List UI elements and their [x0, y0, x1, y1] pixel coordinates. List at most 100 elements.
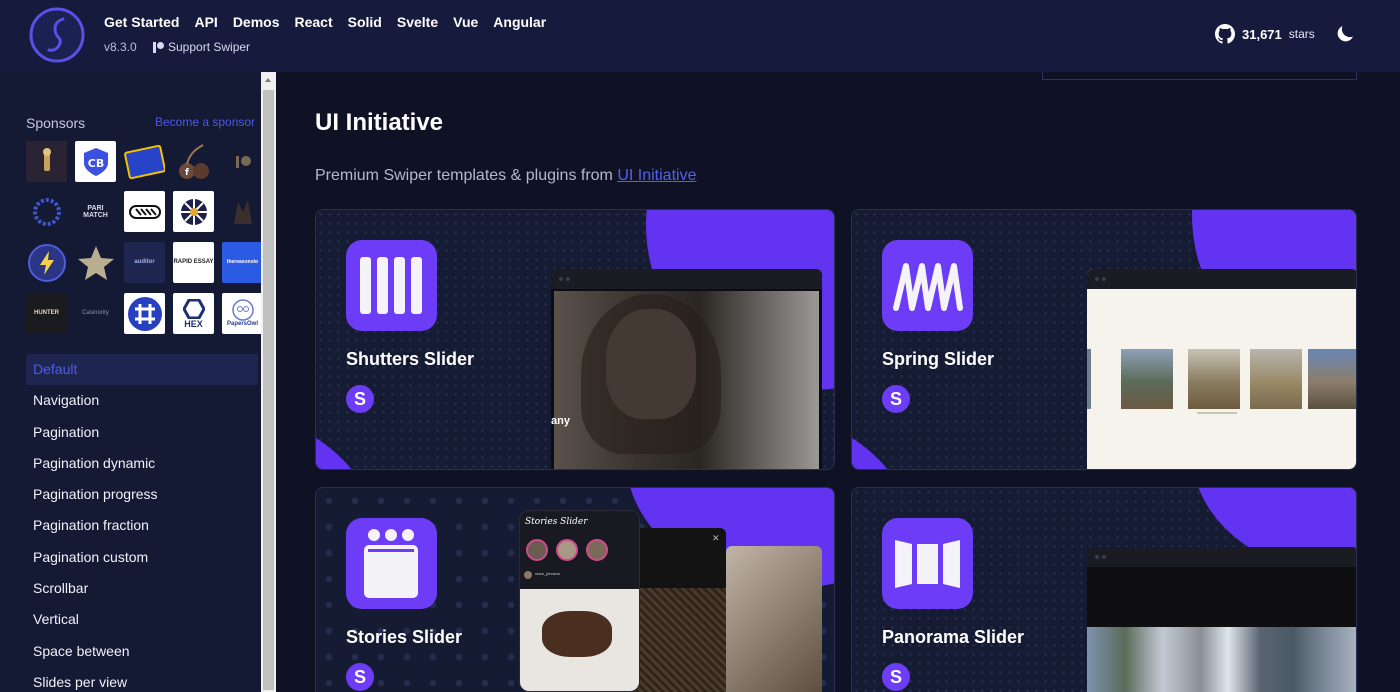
become-sponsor-link[interactable]: Become a sponsor [155, 115, 255, 129]
stories-app-title: Stories Slider [525, 517, 588, 527]
swiper-badge: S [346, 385, 374, 413]
story-steak [542, 611, 612, 657]
story-user-avatar [524, 571, 532, 579]
sponsor-logo[interactable] [222, 191, 263, 232]
card-spring-slider[interactable]: Spring Slider S [851, 209, 1357, 470]
svg-text:f: f [185, 168, 189, 178]
swiper-badge: S [346, 663, 374, 691]
sidebar-item-navigation[interactable]: Navigation [26, 385, 258, 416]
sidebar: Sponsors Become a sponsor CB f PARI MATC… [0, 72, 276, 692]
story-avatar [526, 539, 548, 561]
sponsor-logo-papersowl[interactable]: PapersOwl [222, 293, 263, 334]
sponsor-logo[interactable]: f [173, 141, 214, 182]
swiper-badge: S [882, 663, 910, 691]
preview-food [634, 588, 726, 692]
nav-api[interactable]: API [194, 14, 217, 30]
slider-pagination [1197, 412, 1237, 414]
nav-get-started[interactable]: Get Started [104, 14, 179, 30]
preview-caption: any [551, 415, 570, 427]
sponsor-logo[interactable] [124, 191, 165, 232]
page-title: UI Initiative [315, 109, 444, 136]
sponsors-title: Sponsors [26, 115, 86, 131]
scroll-up-arrow-icon[interactable] [261, 72, 276, 88]
github-stars-label: stars [1288, 27, 1315, 41]
card-stories-slider[interactable]: Stories Slider S ✕ Stories Slider mark_j… [315, 487, 835, 692]
sponsor-logo[interactable] [222, 141, 263, 182]
preview-window [1087, 269, 1356, 469]
sidebar-item-pagination-fraction[interactable]: Pagination fraction [26, 510, 258, 541]
nav-svelte[interactable]: Svelte [397, 14, 438, 30]
preview-window [726, 546, 822, 692]
nav-demos[interactable]: Demos [233, 14, 280, 30]
moon-icon[interactable] [1333, 22, 1357, 46]
patreon-icon [153, 41, 164, 53]
card-title: Shutters Slider [346, 349, 475, 369]
slide-thumb [1121, 349, 1173, 409]
sidebar-item-scrollbar[interactable]: Scrollbar [26, 573, 258, 604]
sidebar-item-vertical[interactable]: Vertical [26, 604, 258, 635]
preview-titlebar [551, 269, 822, 289]
sidebar-item-pagination[interactable]: Pagination [26, 417, 258, 448]
papersowl-label: PapersOwl [226, 321, 258, 327]
sponsor-logo[interactable] [26, 141, 67, 182]
panorama-strip [1087, 627, 1356, 692]
top-header: Get Started API Demos React Solid Svelte… [0, 0, 1400, 72]
sidebar-item-pagination-custom[interactable]: Pagination custom [26, 542, 258, 573]
nav-angular[interactable]: Angular [493, 14, 546, 30]
github-icon [1215, 24, 1235, 44]
sponsor-logo[interactable]: CB [75, 141, 116, 182]
ui-initiative-link[interactable]: UI Initiative [617, 167, 696, 184]
sidebar-item-space-between[interactable]: Space between [26, 636, 258, 667]
github-stars-count: 31,671 [1242, 26, 1282, 42]
stories-phone: Stories Slider mark_johnson [519, 510, 640, 692]
sponsor-logo-rapid-essay[interactable]: RAPID ESSAY [173, 242, 214, 283]
sidebar-item-slides-per-view[interactable]: Slides per view [26, 667, 258, 692]
hex-label: HEX [184, 318, 203, 329]
card-title: Spring Slider [882, 349, 995, 369]
sponsor-logo-casinority[interactable]: Casinority [75, 293, 116, 334]
demo-nav-list: Default Navigation Pagination Pagination… [26, 354, 258, 692]
support-swiper-label: Support Swiper [168, 40, 251, 54]
main-nav: Get Started API Demos React Solid Svelte… [104, 14, 546, 30]
shutters-icon [346, 240, 437, 331]
swiper-logo-icon[interactable] [28, 6, 86, 64]
sponsor-logo-parimatch[interactable]: PARI MATCH [75, 191, 116, 232]
card-title: Stories Slider [346, 627, 463, 647]
preview-close-icon: ✕ [712, 533, 720, 543]
card-shutters-slider[interactable]: Shutters Slider S any [315, 209, 835, 470]
slide-thumb [1188, 349, 1240, 409]
sponsor-logo[interactable] [124, 293, 165, 334]
github-stars-link[interactable]: 31,671 stars [1215, 24, 1315, 44]
preview-window [1087, 547, 1356, 692]
sidebar-item-pagination-dynamic[interactable]: Pagination dynamic [26, 448, 258, 479]
scrollbar-thumb[interactable] [263, 90, 274, 690]
card-panorama-slider[interactable]: Panorama Slider S [851, 487, 1357, 692]
support-swiper-link[interactable]: Support Swiper [153, 40, 250, 54]
nav-react[interactable]: React [295, 14, 333, 30]
sidebar-item-default[interactable]: Default [26, 354, 258, 386]
story-avatar [586, 539, 608, 561]
story-username: mark_johnson [535, 571, 561, 576]
nav-vue[interactable]: Vue [453, 14, 478, 30]
search-dropdown-edge [1042, 72, 1357, 80]
sidebar-scrollbar[interactable] [261, 72, 276, 692]
preview-window: ✕ [634, 528, 726, 692]
sponsor-logo[interactable] [75, 242, 116, 283]
preview-window: any [551, 269, 822, 469]
sponsor-logo[interactable] [26, 242, 67, 283]
sponsor-grid: CB f PARI MATCH auditor RAPID ESSAY ther… [24, 141, 264, 337]
sponsor-logo[interactable] [26, 191, 67, 232]
stories-icon [346, 518, 437, 609]
slide-thumb [1250, 349, 1302, 409]
sponsor-logo-thereasoners[interactable]: thereasonsto [222, 242, 263, 283]
sponsor-logo[interactable] [173, 191, 214, 232]
sponsor-logo-hex[interactable]: HEX [173, 293, 214, 334]
sponsor-logo-hunter[interactable]: HUNTER [26, 293, 67, 334]
preview-photo-hair [581, 294, 721, 454]
sponsor-logo[interactable] [124, 141, 165, 182]
sidebar-item-pagination-progress[interactable]: Pagination progress [26, 479, 258, 510]
sponsor-logo-auditor[interactable]: auditor [124, 242, 165, 283]
nav-solid[interactable]: Solid [348, 14, 382, 30]
page-subtitle: Premium Swiper templates & plugins from … [315, 167, 696, 185]
slide-thumb [1308, 349, 1356, 409]
